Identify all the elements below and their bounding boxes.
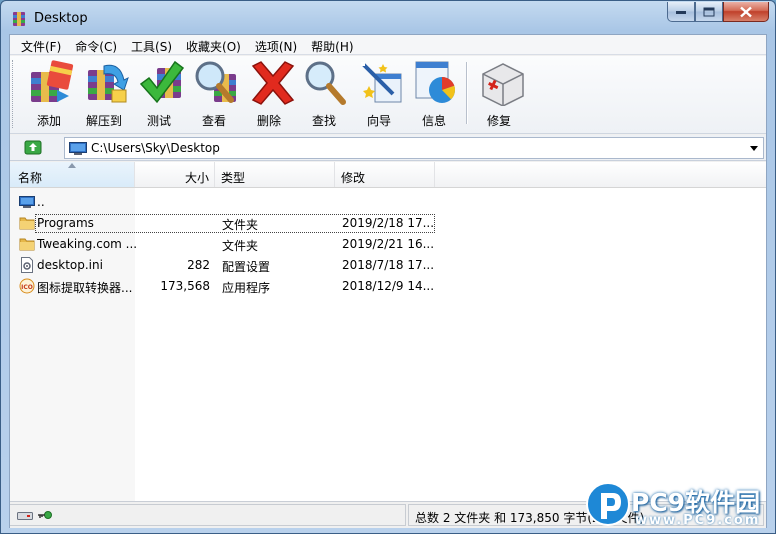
caption-buttons	[667, 2, 769, 22]
folder-icon	[19, 238, 35, 251]
address-bar: C:\Users\Sky\Desktop	[10, 135, 766, 161]
up-folder-button[interactable]	[24, 139, 42, 155]
path-combobox[interactable]: C:\Users\Sky\Desktop	[64, 137, 764, 159]
client-area: 文件(F) 命令(C) 工具(S) 收藏夹(O) 选项(N) 帮助(H) 添加	[9, 34, 767, 528]
app-window: Desktop 文件(F) 命令(C) 工具(S) 收藏夹(O) 选项(N) 帮…	[0, 0, 776, 534]
delete-button[interactable]: 删除	[242, 58, 296, 130]
find-magnifier-icon	[305, 61, 346, 105]
add-archive-icon	[31, 60, 74, 102]
repair-label: 修复	[486, 114, 511, 128]
toolbar-separator	[466, 62, 468, 124]
file-name: ..	[37, 195, 45, 209]
minimize-button[interactable]	[667, 2, 695, 22]
info-label: 信息	[421, 114, 446, 128]
list-header: 名称 大小 类型 修改	[10, 162, 766, 188]
file-name: Tweaking.com ...	[37, 237, 137, 251]
column-header-modified[interactable]: 修改	[335, 162, 435, 187]
file-type: 文件夹	[222, 239, 259, 253]
file-row-icon-extractor[interactable]: ICO 图标提取转换器... 173,568 应用程序 2018/12/9 14…	[10, 276, 766, 296]
menu-favorites[interactable]: 收藏夹(O)	[179, 35, 248, 55]
menu-options[interactable]: 选项(N)	[248, 35, 304, 55]
file-type: 应用程序	[222, 281, 271, 295]
file-row-desktop-ini[interactable]: desktop.ini 282 配置设置 2018/7/18 17...	[10, 255, 766, 275]
repair-first-aid-icon	[482, 63, 524, 106]
file-modified: 2019/2/21 16...	[342, 237, 435, 251]
watermark: PC9软件园 www.PC9.com	[585, 479, 771, 531]
file-list[interactable]: 名称 大小 类型 修改 .. Programs 文件夹 2019/2/18 17…	[10, 162, 766, 501]
file-modified: 2018/7/18 17...	[342, 258, 435, 272]
info-pie-chart-icon	[415, 61, 455, 103]
title-bar[interactable]: Desktop	[1, 1, 775, 35]
file-modified: 2019/2/18 17...	[342, 216, 435, 230]
window-title: Desktop	[34, 11, 88, 26]
status-left-pane	[10, 504, 406, 526]
maximize-button[interactable]	[695, 2, 723, 22]
menu-help[interactable]: 帮助(H)	[304, 35, 360, 55]
delete-label: 删除	[256, 114, 281, 128]
delete-x-icon	[251, 61, 295, 105]
wizard-label: 向导	[366, 114, 391, 128]
add-button[interactable]: 添加	[22, 58, 76, 130]
column-header-modified-label: 修改	[341, 171, 366, 185]
file-modified: 2018/12/9 14...	[342, 279, 435, 293]
folder-icon	[19, 217, 35, 230]
extract-to-label: 解压到	[85, 114, 122, 128]
find-label: 查找	[311, 114, 336, 128]
menu-tools[interactable]: 工具(S)	[124, 35, 179, 55]
menu-bar: 文件(F) 命令(C) 工具(S) 收藏夹(O) 选项(N) 帮助(H)	[10, 35, 766, 55]
path-text: C:\Users\Sky\Desktop	[91, 141, 220, 155]
file-size: 173,568	[160, 279, 210, 293]
file-row-programs[interactable]: Programs 文件夹 2019/2/18 17...	[10, 213, 766, 233]
maximize-icon	[703, 7, 715, 16]
column-header-size[interactable]: 大小	[135, 162, 215, 187]
close-icon	[740, 6, 752, 17]
file-row-tweaking[interactable]: Tweaking.com ... 文件夹 2019/2/21 16...	[10, 234, 766, 254]
ico-app-icon: ICO	[19, 278, 35, 294]
key-icon[interactable]	[37, 509, 53, 521]
column-header-type-label: 类型	[221, 171, 246, 185]
test-label: 测试	[146, 114, 171, 128]
sort-ascending-icon	[68, 163, 76, 168]
file-type: 文件夹	[222, 218, 259, 232]
view-label: 查看	[201, 114, 226, 128]
test-button[interactable]: 测试	[132, 58, 186, 130]
menu-commands[interactable]: 命令(C)	[68, 35, 124, 55]
parent-folder-icon	[19, 196, 35, 208]
find-button[interactable]: 查找	[297, 58, 351, 130]
test-checkmark-icon	[139, 60, 185, 104]
info-button[interactable]: 信息	[407, 58, 461, 130]
wizard-button[interactable]: 向导	[352, 58, 406, 130]
file-name: 图标提取转换器...	[37, 281, 133, 295]
wizard-wand-icon	[361, 62, 402, 103]
view-button[interactable]: 查看	[187, 58, 241, 130]
desktop-icon	[69, 142, 87, 155]
file-type: 配置设置	[222, 260, 271, 274]
watermark-logo-icon	[586, 482, 630, 526]
toolbar: 添加 解压到 测试 查看 删除 查找 向导 信息 修复	[10, 56, 766, 134]
extract-to-button[interactable]: 解压到	[77, 58, 131, 130]
column-header-type[interactable]: 类型	[215, 162, 335, 187]
watermark-url: www.PC9.com	[635, 513, 761, 528]
toolbar-grip[interactable]	[12, 60, 16, 128]
svg-text:ICO: ICO	[21, 284, 33, 291]
settings-file-icon	[21, 257, 33, 273]
repair-button[interactable]: 修复	[472, 58, 526, 130]
column-header-name-label: 名称	[18, 171, 43, 185]
file-size: 282	[187, 258, 210, 272]
add-label: 添加	[36, 114, 61, 128]
minimize-icon	[676, 10, 686, 14]
chevron-down-icon[interactable]	[748, 141, 760, 155]
view-magnifier-icon	[195, 61, 236, 103]
file-name: Programs	[37, 216, 94, 230]
extract-icon	[88, 64, 129, 103]
winrar-app-icon	[13, 12, 25, 26]
column-header-size-label: 大小	[184, 171, 209, 185]
drive-icon[interactable]	[17, 509, 33, 521]
file-name: desktop.ini	[37, 258, 103, 272]
menu-file[interactable]: 文件(F)	[14, 35, 68, 55]
column-header-name[interactable]: 名称	[10, 162, 135, 187]
file-row-parent[interactable]: ..	[10, 192, 766, 212]
close-button[interactable]	[723, 2, 769, 22]
